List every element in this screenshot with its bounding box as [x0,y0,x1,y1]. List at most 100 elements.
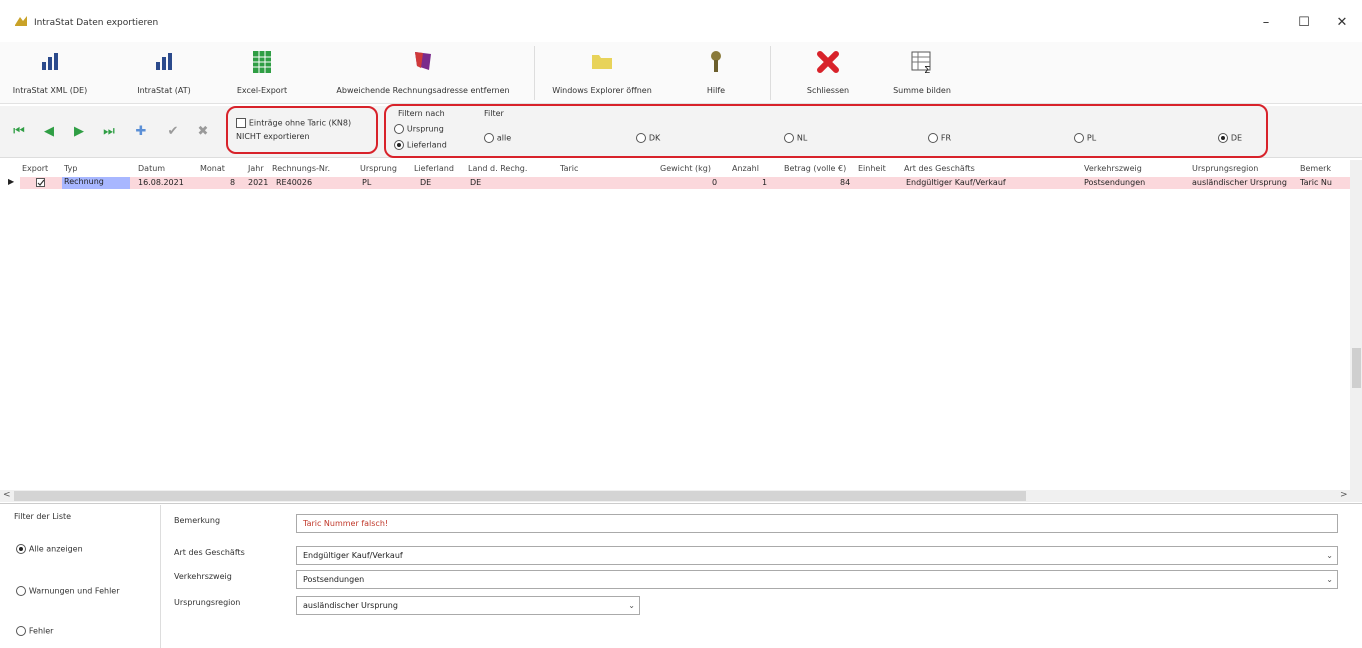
filter-option-alle[interactable]: alle [484,133,511,144]
filter-by-supplier-option[interactable]: Lieferland [394,140,447,151]
column-header-jahr[interactable]: Jahr [248,164,264,173]
column-header-einheit[interactable]: Einheit [858,164,886,173]
errors-radio[interactable] [16,626,26,636]
filter-label-nl: NL [796,133,808,143]
last-record-icon[interactable]: ⏭ [100,123,118,141]
warnings-errors-radio[interactable] [16,586,26,596]
filter-by-supplier-radio[interactable] [394,140,404,150]
highlight-filter [384,104,1268,158]
show-all-radio[interactable] [16,544,26,554]
previous-record-icon[interactable]: ◀ [40,123,58,141]
cell-anzahl[interactable]: 1 [762,178,767,187]
add-record-icon[interactable]: ✚ [132,123,150,141]
first-record-icon[interactable]: ⏮ [10,123,28,141]
cell-datum[interactable]: 16.08.2021 [138,178,184,187]
column-header-bemerk[interactable]: Bemerk [1300,164,1331,173]
verkehr-select-value: Postsendungen [303,575,365,584]
column-header-ursprung[interactable]: Ursprung [360,164,397,173]
column-header-monat[interactable]: Monat [200,164,225,173]
scroll-left-icon[interactable]: < [3,490,11,500]
column-header-rechnungs-nr[interactable]: Rechnungs-Nr. [272,164,330,173]
no-taric-checkbox[interactable] [236,118,246,128]
remove-address-button[interactable]: Abweichende Rechnungsadresse entfernen [312,42,534,102]
help-button[interactable]: Hilfe [696,42,736,102]
show-all-option[interactable]: Alle anzeigen [16,544,83,555]
next-record-icon[interactable]: ▶ [70,123,88,141]
cell-ursprung[interactable]: PL [362,178,371,187]
window-title: IntraStat Daten exportieren [34,18,159,28]
column-header-lieferland[interactable]: Lieferland [414,164,454,173]
filter-radio-pl[interactable] [1074,133,1084,143]
no-taric-option[interactable]: Einträge ohne Taric (KN8) [236,118,351,129]
no-taric-label-line2: NICHT exportieren [236,132,310,141]
filter-radio-alle[interactable] [484,133,494,143]
scroll-right-icon[interactable]: > [1340,490,1348,500]
cell-art[interactable]: Endgültiger Kauf/Verkauf [906,178,1006,187]
filter-title: Filter [484,109,504,118]
vertical-scroll-thumb[interactable] [1352,348,1361,388]
cell-region[interactable]: ausländischer Ursprung [1192,178,1287,187]
art-select[interactable]: Endgültiger Kauf/Verkauf ⌄ [296,546,1338,565]
maximize-button[interactable]: ☐ [1284,10,1324,36]
errors-option[interactable]: Fehler [16,626,53,637]
filter-radio-nl[interactable] [784,133,794,143]
cell-bemerk[interactable]: Taric Nu [1300,178,1332,187]
bar-chart-icon [42,53,58,70]
chevron-down-icon[interactable]: ⌄ [1326,571,1333,588]
bar-chart-icon [156,53,172,70]
export-checkbox[interactable] [36,178,45,187]
horizontal-scroll-thumb[interactable] [14,491,1026,501]
excel-export-label: Excel-Export [236,86,288,95]
cell-betrag[interactable]: 84 [840,178,850,187]
warnings-errors-option[interactable]: Warnungen und Fehler [16,586,120,597]
windows-explorer-button[interactable]: Windows Explorer öffnen [538,42,666,102]
excel-export-button[interactable]: Excel-Export [222,42,302,102]
sum-button[interactable]: Σ Summe bilden [882,42,962,102]
minimize-button[interactable]: – [1246,10,1286,36]
column-header-land-rechg[interactable]: Land d. Rechg. [468,164,527,173]
cell-verkehr[interactable]: Postsendungen [1084,178,1145,187]
close-button[interactable]: Schliessen [788,42,868,102]
column-header-art[interactable]: Art des Geschäfts [904,164,975,173]
column-header-typ[interactable]: Typ [64,164,77,173]
cell-rechnungs-nr[interactable]: RE40026 [276,178,312,187]
filter-label-dk: DK [648,133,661,143]
remark-field[interactable]: Taric Nummer falsch! [296,514,1338,533]
filter-option-pl[interactable]: PL [1074,133,1096,144]
column-header-taric[interactable]: Taric [560,164,578,173]
cell-land-rechg[interactable]: DE [470,178,481,187]
confirm-icon[interactable]: ✔ [164,123,182,141]
column-header-datum[interactable]: Datum [138,164,165,173]
filter-radio-dk[interactable] [636,133,646,143]
intrastat-at-button[interactable]: IntraStat (AT) [122,42,206,102]
column-header-anzahl[interactable]: Anzahl [732,164,759,173]
chevron-down-icon[interactable]: ⌄ [1326,547,1333,564]
vertical-scrollbar[interactable] [1350,160,1362,490]
filter-option-nl[interactable]: NL [784,133,807,144]
filter-option-fr[interactable]: FR [928,133,951,144]
cell-gewicht[interactable]: 0 [712,178,717,187]
column-header-export[interactable]: Export [22,164,48,173]
cell-lieferland[interactable]: DE [420,178,431,187]
close-window-button[interactable]: ✕ [1322,10,1362,36]
cell-jahr[interactable]: 2021 [248,178,268,187]
cell-typ[interactable]: Rechnung [62,177,130,189]
table-row[interactable] [20,177,1350,189]
column-header-gewicht[interactable]: Gewicht (kg) [660,164,711,173]
verkehr-select[interactable]: Postsendungen ⌄ [296,570,1338,589]
column-header-betrag[interactable]: Betrag (volle €) [784,164,846,173]
panel-divider [160,505,161,648]
cell-monat[interactable]: 8 [230,178,235,187]
chevron-down-icon[interactable]: ⌄ [628,597,635,614]
filter-by-origin-radio[interactable] [394,124,404,134]
intrastat-xml-de-button[interactable]: IntraStat XML (DE) [8,42,92,102]
column-header-region[interactable]: Ursprungsregion [1192,164,1258,173]
filter-radio-fr[interactable] [928,133,938,143]
filter-by-origin-option[interactable]: Ursprung [394,124,444,135]
cancel-icon[interactable]: ✖ [194,123,212,141]
column-header-verkehr[interactable]: Verkehrszweig [1084,164,1142,173]
filter-radio-de[interactable] [1218,133,1228,143]
region-select[interactable]: ausländischer Ursprung ⌄ [296,596,640,615]
filter-option-de[interactable]: DE [1218,133,1242,144]
filter-option-dk[interactable]: DK [636,133,660,144]
